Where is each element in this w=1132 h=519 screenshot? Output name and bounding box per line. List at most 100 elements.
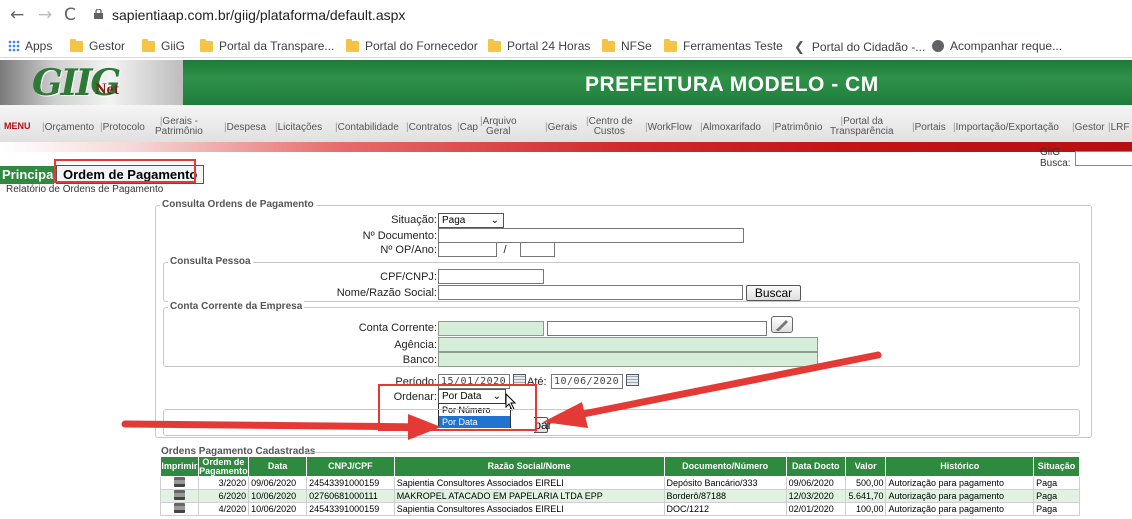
bookmark-label: Acompanhar reque... — [950, 39, 1063, 53]
print-cell[interactable] — [160, 489, 199, 503]
printer-icon[interactable] — [173, 477, 185, 487]
documento-label: Nº Documento: — [362, 230, 437, 242]
buscar-button[interactable]: Buscar — [746, 285, 801, 301]
menu-item-contratos[interactable]: |Contratos — [406, 123, 452, 133]
col-razao: Razão Social/Nome — [393, 456, 665, 477]
tab-principal[interactable]: Principal — [0, 166, 57, 184]
search-area: GiiG Busca: — [1040, 147, 1132, 169]
situacao-label: Situação: — [391, 214, 437, 226]
reload-icon[interactable]: C — [64, 6, 76, 24]
bookmark-label: GiiG — [161, 39, 185, 53]
menu-item-arquivo-geral[interactable]: |Arquivo Geral — [480, 117, 517, 137]
search-input[interactable] — [1074, 150, 1132, 166]
cell-valor: 500,00 — [844, 476, 887, 490]
menu-item-gestor[interactable]: |Gestor — [1072, 123, 1105, 133]
conta-desc-input[interactable] — [547, 321, 767, 336]
periodo-fim-input[interactable]: 10/06/2020 — [551, 374, 623, 389]
nome-input[interactable] — [438, 285, 743, 300]
cpf-label: CPF/CNPJ: — [380, 271, 437, 283]
banco-input[interactable] — [438, 352, 818, 367]
bookmark-portal-cidadao[interactable]: ❮ Portal do Cidadão -... — [794, 39, 925, 55]
bookmark-label: Portal da Transpare... — [219, 39, 335, 53]
menu-item-cap[interactable]: |Cap — [457, 123, 478, 133]
bookmark-nfse[interactable]: NFSe — [602, 38, 652, 53]
bookmark-portal-fornecedor[interactable]: Portal do Fornecedor — [346, 38, 478, 53]
cell-cnpj: 24543391000159 — [306, 502, 395, 516]
menu-item-almoxarifado[interactable]: |Almoxarifado — [700, 123, 761, 133]
report-subtitle: Relatório de Ordens de Pagamento — [6, 184, 164, 195]
col-documento: Documento/Número — [663, 456, 787, 477]
menu-item-portais[interactable]: |Portais — [912, 123, 946, 133]
bookmark-ferramentas[interactable]: Ferramentas Teste — [664, 38, 783, 53]
table-row: 6/2020 10/06/2020 02760681000111 MAKROPE… — [160, 489, 1080, 503]
chevron-down-icon: ⌄ — [490, 215, 499, 226]
bookmark-label: Gestor — [89, 39, 126, 53]
menu-item-gerais[interactable]: |Gerais — [545, 123, 577, 133]
page-title: PREFEITURA MODELO - CM — [585, 73, 879, 96]
lock-icon — [94, 9, 103, 19]
col-imprimir: Imprimir — [160, 456, 199, 477]
cell-razao: Sapientia Consultores Associados EIRELI — [393, 502, 665, 516]
bookmark-label: Ferramentas Teste — [683, 39, 783, 53]
menu-item-licitacoes[interactable]: |Licitações — [275, 123, 322, 133]
bookmark-label: Portal do Fornecedor — [365, 39, 478, 53]
menu-item-protocolo[interactable]: |Protocolo — [100, 123, 145, 133]
cell-ordem: 6/2020 — [197, 489, 250, 503]
cell-historico: Autorização para pagamento — [885, 489, 1035, 503]
menu-item-lrf[interactable]: |LRF — [1108, 123, 1130, 133]
calendar-icon[interactable] — [626, 374, 639, 386]
cell-cnpj: 24543391000159 — [306, 476, 395, 490]
conta-legend: Conta Corrente da Empresa — [168, 301, 305, 312]
header-stripe — [0, 142, 1132, 152]
menu-item-centro-custos[interactable]: |Centro de Custos — [586, 117, 633, 137]
cell-situacao: Paga — [1033, 489, 1080, 503]
menu-item-patrimonio[interactable]: |Patrimônio — [772, 123, 822, 133]
cell-documento: DOC/1212 — [663, 502, 787, 516]
chevron-left-icon: ❮ — [794, 39, 805, 54]
grid-legend-line — [305, 452, 1080, 453]
cell-valor: 5.641,70 — [844, 489, 887, 503]
cell-data: 10/06/2020 — [248, 502, 308, 516]
print-cell[interactable] — [160, 502, 199, 516]
menu-item-portal-transparencia[interactable]: |Portal da Transparência — [830, 117, 894, 137]
back-arrow-icon[interactable]: ← — [10, 6, 24, 24]
actions-fieldset — [163, 409, 1080, 436]
agencia-label: Agência: — [394, 339, 437, 351]
cpf-input[interactable] — [438, 269, 544, 284]
op-number-input[interactable] — [438, 242, 497, 257]
printer-icon[interactable] — [173, 503, 185, 513]
op-year-input[interactable] — [520, 242, 555, 257]
highlight-box — [378, 384, 537, 431]
menu-item-workflow[interactable]: |WorkFlow — [645, 123, 692, 133]
print-cell[interactable] — [160, 476, 199, 490]
documento-input[interactable] — [438, 228, 744, 243]
cell-documento: Depósito Bancário/333 — [663, 476, 787, 490]
col-data-docto: Data Docto — [785, 456, 846, 477]
menu-item-contabilidade[interactable]: |Contabilidade — [335, 123, 399, 133]
forward-arrow-icon[interactable]: → — [38, 6, 52, 24]
conta-input[interactable] — [438, 321, 544, 336]
url-text[interactable]: sapientiaap.com.br/giig/plataforma/defau… — [112, 7, 405, 23]
bookmark-apps[interactable]: Apps — [8, 39, 52, 53]
menu-item-orcamento[interactable]: |Orçamento — [42, 123, 94, 133]
bookmark-gestor[interactable]: Gestor — [70, 38, 126, 53]
apps-grid-icon — [8, 40, 20, 52]
op-ano-label: Nº OP/Ano: — [380, 244, 437, 256]
bookmark-giig[interactable]: GiiG — [142, 38, 185, 53]
edit-pencil-icon[interactable] — [771, 316, 793, 333]
menu-item-despesa[interactable]: |Despesa — [224, 123, 266, 133]
situacao-select[interactable]: Paga ⌄ — [438, 213, 504, 228]
bookmark-portal-transparencia[interactable]: Portal da Transpare... — [200, 38, 335, 53]
bookmark-acompanhar[interactable]: Acompanhar reque... — [932, 39, 1062, 53]
menu-item-importacao[interactable]: |Importação/Exportação — [953, 123, 1059, 133]
folder-icon — [346, 38, 359, 52]
cell-situacao: Paga — [1033, 476, 1080, 490]
folder-icon — [200, 38, 213, 52]
banco-label: Banco: — [402, 354, 437, 366]
main-menu: MENU |Orçamento |Protocolo |Gerais - Patr… — [0, 105, 1132, 142]
printer-icon[interactable] — [173, 490, 185, 500]
agencia-input[interactable] — [438, 337, 818, 352]
cell-ordem: 4/2020 — [197, 502, 250, 516]
menu-item-gerais-patrimonio[interactable]: |Gerais - Patrimônio — [155, 117, 203, 137]
bookmark-portal-24h[interactable]: Portal 24 Horas — [488, 38, 590, 53]
